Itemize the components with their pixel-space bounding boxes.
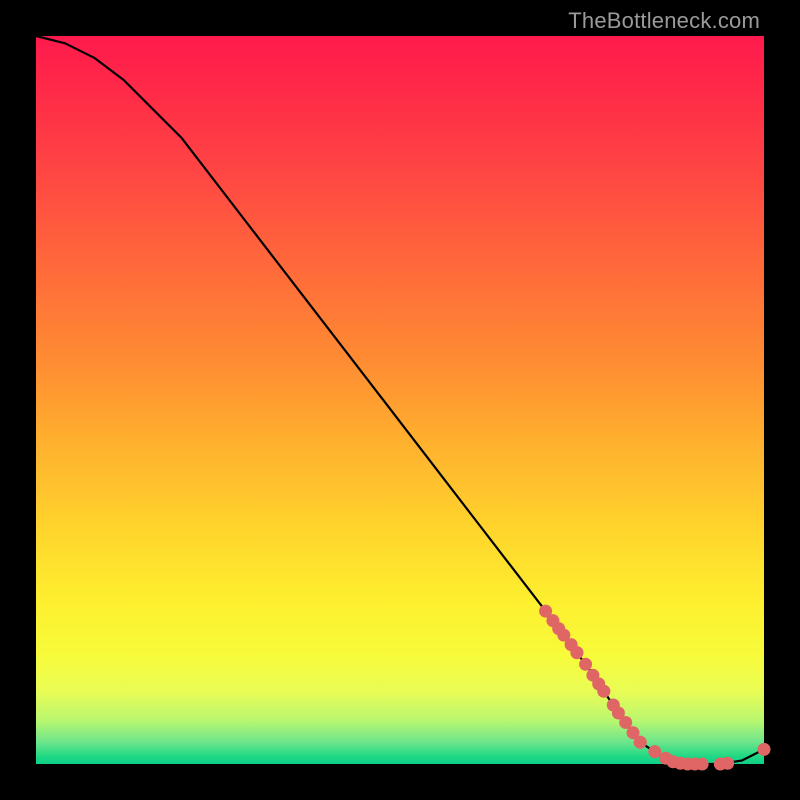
data-point — [721, 757, 734, 770]
data-point — [570, 646, 583, 659]
data-point — [597, 685, 610, 698]
watermark-text: TheBottleneck.com — [568, 8, 760, 34]
plot-area — [36, 36, 764, 764]
data-point — [634, 736, 647, 749]
data-point — [579, 658, 592, 671]
chart-frame: TheBottleneck.com — [0, 0, 800, 800]
data-point — [696, 758, 709, 771]
bottleneck-curve — [36, 36, 764, 764]
curve-markers — [539, 605, 770, 771]
data-point — [758, 743, 771, 756]
data-point — [648, 745, 661, 758]
chart-svg — [36, 36, 764, 764]
